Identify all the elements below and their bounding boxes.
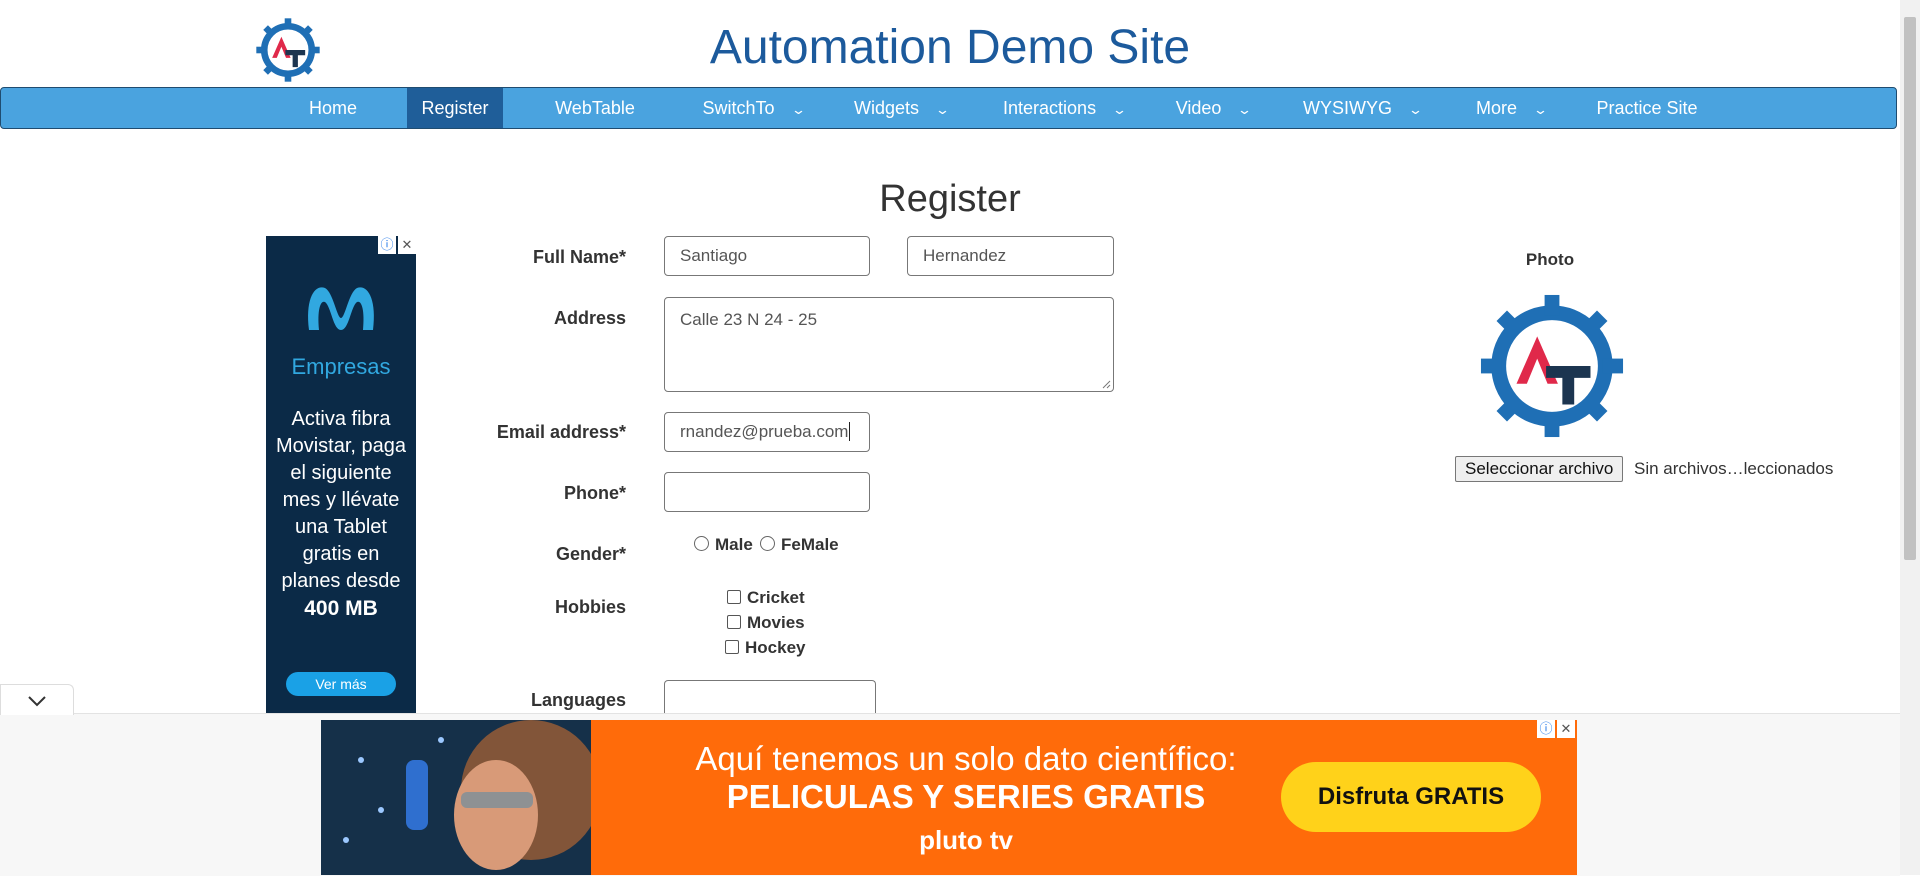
ad-collapse-toggle[interactable]: [0, 684, 74, 715]
nav-webtable[interactable]: WebTable: [541, 88, 649, 128]
address-value: Calle 23 N 24 - 25: [680, 310, 818, 329]
phone-label: Phone*: [563, 483, 626, 503]
ad-headline: Aquí tenemos un solo dato científico:: [695, 740, 1237, 777]
chevron-down-icon: [28, 696, 46, 707]
nav-widgets-label: Widgets: [854, 98, 920, 118]
site-title: Automation Demo Site: [709, 21, 1191, 74]
chevron-down-icon: ⌄: [1407, 102, 1424, 117]
hobby-cricket-label: Cricket: [747, 588, 805, 607]
nav-switchto-label: SwitchTo: [702, 98, 775, 118]
nav-wysiwyg[interactable]: WYSIWYG ⌄: [1301, 88, 1423, 128]
hobby-movies-label: Movies: [747, 613, 805, 632]
ad-copy-line: una Tablet: [295, 516, 387, 538]
checkbox[interactable]: [727, 615, 741, 629]
hobby-movies-option[interactable]: Movies: [727, 613, 805, 633]
nav-video[interactable]: Video ⌄: [1173, 88, 1253, 128]
ad-subheadline: PELICULAS Y SERIES GRATIS: [726, 778, 1206, 815]
address-textarea[interactable]: Calle 23 N 24 - 25: [664, 297, 1114, 392]
resize-grip-icon[interactable]: [1101, 379, 1111, 389]
email-value: rnandez@prueba.com: [680, 422, 849, 441]
checkbox[interactable]: [727, 590, 741, 604]
nav-interactions[interactable]: Interactions ⌄: [999, 88, 1129, 128]
choose-file-button[interactable]: Seleccionar archivo: [1455, 456, 1624, 482]
info-icon[interactable]: ⓘ: [1537, 720, 1555, 738]
chevron-down-icon: ⌄: [1532, 102, 1549, 117]
nav-video-label: Video: [1175, 98, 1222, 118]
nav-home[interactable]: Home: [297, 88, 369, 128]
bottom-advertisement[interactable]: Aquí tenemos un solo dato científico: PE…: [321, 720, 1577, 875]
hobby-hockey-label: Hockey: [745, 638, 806, 657]
gender-male-option[interactable]: Male: [694, 535, 753, 555]
nav-more-label: More: [1476, 98, 1518, 118]
nav-practice-label: Practice Site: [1596, 98, 1698, 118]
nav-widgets[interactable]: Widgets ⌄: [851, 88, 951, 128]
radio-button[interactable]: [694, 536, 709, 551]
gender-label: Gender*: [555, 544, 626, 564]
scrollbar-thumb[interactable]: [1904, 17, 1916, 560]
chevron-down-icon: ⌄: [1111, 102, 1128, 117]
nav-home-label: Home: [308, 98, 357, 118]
hobbies-label: Hobbies: [554, 597, 626, 617]
page-scrollbar[interactable]: [1900, 0, 1920, 875]
pluto-tv-logo: pluto tv: [919, 825, 1013, 855]
hobby-cricket-option[interactable]: Cricket: [727, 588, 805, 608]
phone-input[interactable]: [664, 472, 870, 512]
ad-brand: Empresas: [291, 354, 391, 379]
nav-webtable-label: WebTable: [555, 98, 635, 118]
nav-register[interactable]: Register: [407, 88, 503, 128]
chevron-down-icon: ⌄: [934, 102, 951, 117]
last-name-input[interactable]: Hernandez: [907, 236, 1114, 276]
photo-preview-logo: [1480, 294, 1624, 438]
gender-female-label: FeMale: [781, 535, 839, 554]
nav-register-label: Register: [421, 98, 489, 118]
languages-select[interactable]: [664, 680, 876, 714]
photo-label: Photo: [1525, 250, 1575, 269]
hobby-hockey-option[interactable]: Hockey: [725, 638, 805, 658]
gender-female-option[interactable]: FeMale: [760, 535, 839, 555]
nav-more[interactable]: More ⌄: [1471, 88, 1551, 128]
nav-switchto[interactable]: SwitchTo ⌄: [697, 88, 809, 128]
address-label: Address: [553, 308, 626, 328]
nav-practice-site[interactable]: Practice Site: [1595, 88, 1699, 128]
languages-label: Languages: [530, 690, 626, 710]
ad-scene-graphic: [321, 720, 601, 875]
email-label: Email address*: [496, 422, 626, 442]
checkbox[interactable]: [725, 640, 739, 654]
email-input[interactable]: rnandez@prueba.com: [664, 412, 870, 452]
nav-interactions-label: Interactions: [1003, 98, 1097, 118]
nav-wysiwyg-label: WYSIWYG: [1303, 98, 1393, 118]
first-name-input[interactable]: Santiago: [664, 236, 870, 276]
gender-male-label: Male: [715, 535, 753, 554]
radio-button[interactable]: [760, 536, 775, 551]
main-navbar: Home Register WebTable SwitchTo ⌄ Widgets…: [0, 87, 1897, 129]
chevron-down-icon: ⌄: [790, 102, 806, 117]
text-cursor: [849, 422, 851, 441]
close-icon[interactable]: ✕: [1557, 720, 1575, 738]
ad-copy-line: planes desde: [281, 570, 401, 592]
file-status-text: Sin archivos…leccionados: [1634, 459, 1834, 478]
ad-cta-button[interactable]: Disfruta GRATIS: [1281, 762, 1541, 832]
ad-scene-image: [321, 720, 601, 875]
page-title: Register: [879, 178, 1021, 220]
full-name-label: Full Name*: [532, 247, 626, 267]
chevron-down-icon: ⌄: [1237, 102, 1253, 117]
